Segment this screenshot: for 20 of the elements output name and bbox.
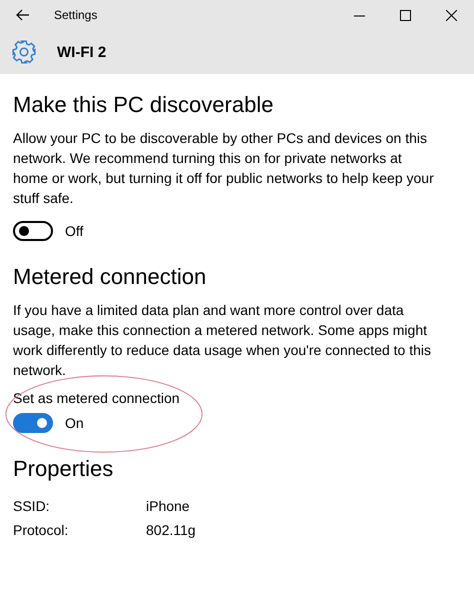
property-label: SSID: xyxy=(13,497,51,516)
window-title: Settings xyxy=(54,8,98,22)
back-icon[interactable] xyxy=(16,8,30,22)
page-title: WI-FI 2 xyxy=(57,44,106,60)
toggle-label: Set as metered connection xyxy=(13,389,181,408)
toggle-state: On xyxy=(65,415,84,431)
close-icon[interactable] xyxy=(446,10,456,20)
section-heading: Properties xyxy=(13,455,114,483)
property-label: Protocol: xyxy=(13,521,70,540)
toggle-state: Off xyxy=(65,223,84,239)
section-description: If you have a limited data plan and want more control over data usage, make this connection a metered network. Some apps might work differently to reduce data usage when you're connected to this network. xyxy=(13,301,432,380)
section-heading: Metered connection xyxy=(13,263,208,291)
property-value: 802.11g xyxy=(146,521,196,540)
maximize-icon[interactable] xyxy=(400,10,410,20)
section-heading: Make this PC discoverable xyxy=(13,91,274,119)
toggle-switch[interactable] xyxy=(13,221,53,241)
section-description: Allow your PC to be discoverable by other PCs and devices on this network. We recommend turning this on for private networks at home or work, but turning it off for public networks to help keep your stuff safe. xyxy=(13,129,435,208)
toggle-switch[interactable] xyxy=(13,413,53,433)
property-value: iPhone xyxy=(146,497,190,516)
settings-icon xyxy=(11,39,37,65)
